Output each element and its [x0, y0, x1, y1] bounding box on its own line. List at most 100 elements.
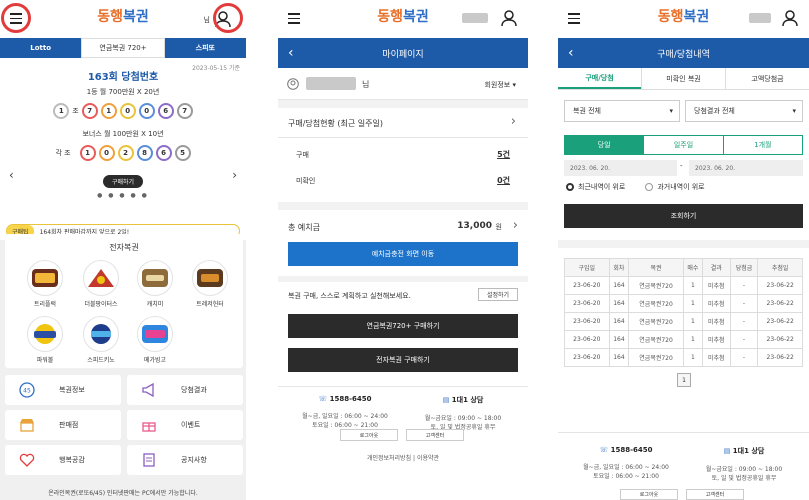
menu-label: 공지사항	[181, 456, 207, 464]
deposit-row[interactable]: 총 예치금 13,000 원 ›	[278, 210, 528, 242]
customer-center-button[interactable]: 고객센터	[406, 429, 464, 441]
divider	[558, 240, 809, 248]
chat-icon: ▤	[723, 447, 731, 455]
history-tabs: 구매/당첨 미확인 복권 고액당첨금	[558, 68, 809, 90]
date-to-input[interactable]: 2023. 06. 20.	[689, 160, 803, 176]
terms-link[interactable]: 이용약관	[417, 455, 439, 462]
menu-notices[interactable]: 공지사항	[127, 445, 243, 475]
unchecked-label: 미확인	[296, 177, 316, 185]
chat-label[interactable]: 1대1 상담	[452, 396, 484, 404]
triple-luck-icon	[27, 260, 63, 296]
power-ball-icon	[27, 316, 63, 352]
menu-happiness[interactable]: 행복공감	[5, 445, 121, 475]
logout-button[interactable]: 로그아웃	[620, 489, 678, 500]
table-cell: 23-06-20	[564, 294, 610, 313]
lottery-type-select[interactable]: 복권 전체	[564, 100, 680, 122]
privacy-link[interactable]: 개인정보처리방침	[367, 455, 411, 462]
period-week[interactable]: 일주일	[643, 136, 722, 154]
status-header[interactable]: 구매/당첨현황 (최근 일주일) ›	[278, 108, 528, 138]
user-icon[interactable]	[500, 9, 518, 27]
page-header: ‹ 구매/당첨내역	[558, 38, 809, 68]
prev-arrow-icon[interactable]: ‹	[9, 168, 14, 182]
table-cell: 1	[682, 294, 703, 313]
header: 동행복권	[558, 0, 809, 38]
member-info-link[interactable]: 회원정보 ▾	[484, 80, 516, 90]
number-ball: 6	[155, 145, 172, 161]
table-row[interactable]: 23-06-20 164 연금복권720 1 미추첨 -23-06-22	[564, 276, 803, 295]
menu-icon[interactable]	[288, 13, 300, 27]
chat-hours: 토, 일 및 법정공휴일 휴무	[711, 475, 777, 482]
carousel-dots[interactable]: ● ● ● ● ●	[0, 192, 246, 199]
number-ball: 5	[174, 145, 191, 161]
menu-events[interactable]: 이벤트	[127, 410, 243, 440]
draw-result: 2023-05-15 기준 163회 당첨번호 1등 월 700만원 X 20년…	[0, 58, 246, 240]
buy-button[interactable]: 구매하기	[103, 175, 143, 188]
charge-button[interactable]: 예치금충전 화면 이동	[288, 242, 518, 266]
catch-me-icon	[137, 260, 173, 296]
tab-high-prize[interactable]: 고액당첨금	[725, 68, 809, 89]
table-cell: 미추첨	[701, 312, 731, 331]
plan-text: 복권 구매, 스스로 계획하고 실천해보세요.	[288, 292, 411, 300]
instant-buy-button[interactable]: 전자복권 구매하기	[288, 348, 518, 372]
table-row[interactable]: 23-06-20 164 연금복권720 1 미추첨 -23-06-22	[564, 312, 803, 331]
purchase-count-link[interactable]: 5건	[497, 149, 510, 160]
phone-number[interactable]: 1588-6450	[330, 395, 372, 403]
sort-recent-radio[interactable]	[566, 183, 574, 191]
phone-number[interactable]: 1588-6450	[611, 446, 653, 454]
tab-lotto[interactable]: Lotto	[0, 38, 82, 58]
search-button[interactable]: 조회하기	[564, 204, 803, 228]
page-number[interactable]: 1	[677, 373, 691, 387]
tab-speetto[interactable]: 스피또	[164, 38, 246, 58]
game-item[interactable]: 캐치미	[131, 260, 179, 308]
plan-settings-button[interactable]: 설정하기	[478, 288, 518, 301]
game-label: 트리플럭	[33, 301, 57, 308]
user-icon[interactable]	[781, 9, 799, 27]
masked-username	[306, 77, 356, 90]
game-item[interactable]: 트레저헌터	[186, 260, 234, 308]
tab-unchecked[interactable]: 미확인 복권	[641, 68, 725, 89]
sort-oldest-radio[interactable]	[645, 183, 654, 191]
logo[interactable]: 동행복권	[658, 6, 710, 26]
section-title: 전자복권	[109, 243, 139, 252]
customer-center-button[interactable]: 고객센터	[686, 489, 744, 500]
game-item[interactable]: 스피드키노	[77, 316, 125, 364]
table-row[interactable]: 23-06-20 164 연금복권720 1 미추첨 -23-06-22	[564, 330, 803, 349]
date-from-input[interactable]: 2023. 06. 20.	[564, 160, 677, 176]
tab-purchase-win[interactable]: 구매/당첨	[558, 68, 641, 89]
deposit-label: 총 예치금	[288, 223, 320, 232]
result-type-select[interactable]: 당첨결과 전체	[685, 100, 803, 122]
logo[interactable]: 동행복권	[377, 6, 429, 26]
tab-pension[interactable]: 연금복권 720+	[81, 38, 165, 58]
period-today[interactable]: 당일	[565, 136, 644, 154]
menu-stores[interactable]: 판매점	[5, 410, 121, 440]
logout-button[interactable]: 로그아웃	[340, 429, 398, 441]
back-arrow-icon[interactable]: ‹	[568, 45, 574, 61]
back-arrow-icon[interactable]: ‹	[288, 45, 294, 61]
table-row[interactable]: 23-06-20 164 연금복권720 1 미추첨 -23-06-22	[564, 294, 803, 313]
game-item[interactable]: 파워볼	[21, 316, 69, 364]
game-item[interactable]: 더블팡이터스	[77, 260, 125, 308]
page-header: ‹ 마이페이지	[278, 38, 528, 68]
unchecked-count-link[interactable]: 0건	[497, 175, 510, 186]
menu-icon[interactable]	[568, 13, 580, 27]
menu-results[interactable]: 당첨결과	[127, 375, 243, 405]
headset-icon: ☏	[599, 446, 609, 454]
chat-label[interactable]: 1대1 상담	[733, 447, 765, 455]
table-cell: -	[729, 348, 759, 367]
speed-keno-icon	[83, 316, 119, 352]
logo[interactable]: 동행복권	[97, 6, 149, 26]
date-separator: -	[680, 162, 683, 170]
table-cell: 164	[608, 330, 630, 349]
game-item[interactable]: 트리플럭	[21, 260, 69, 308]
header: 동행복권	[278, 0, 528, 38]
pension-buy-button[interactable]: 연금복권720+ 구매하기	[288, 314, 518, 338]
next-arrow-icon[interactable]: ›	[232, 168, 237, 182]
table-row[interactable]: 23-06-20 164 연금복권720 1 미추첨 -23-06-22	[564, 348, 803, 367]
phone-hours: 토요일 : 06:00 ~ 21:00	[312, 422, 378, 429]
menu-lottery-info[interactable]: 45 복권정보	[5, 375, 121, 405]
table-cell: 연금복권720	[628, 276, 684, 295]
history-screen: 동행복권 ‹ 구매/당첨내역 구매/당첨 미확인 복권 고액당첨금 복권 전체 …	[558, 0, 809, 500]
period-month[interactable]: 1개월	[722, 136, 802, 154]
game-item[interactable]: 메가빙고	[131, 316, 179, 364]
table-cell: 164	[608, 294, 630, 313]
